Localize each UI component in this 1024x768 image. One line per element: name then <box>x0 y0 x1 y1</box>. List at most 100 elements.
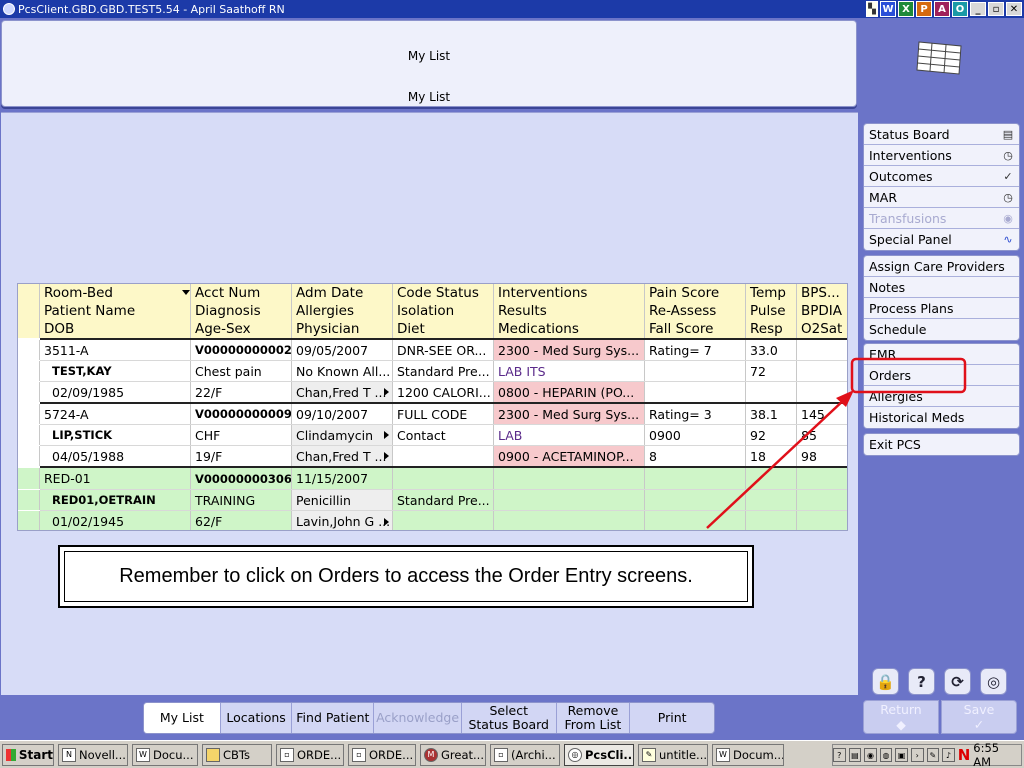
table-row[interactable]: 04/05/1988 19/F Chan,Fred T ... 0900 - A… <box>18 446 847 466</box>
notes-button[interactable]: Notes <box>864 277 1019 298</box>
tab-locations[interactable]: Locations <box>221 703 293 733</box>
taskbar-item[interactable]: ▫ ORDE... <box>276 743 344 766</box>
taskbar-item-active[interactable]: ◎ PcsCli... <box>564 743 634 766</box>
table-row[interactable]: 01/02/1945 62/F Lavin,John G ... <box>18 511 847 530</box>
column-header[interactable]: Code Status <box>393 284 494 302</box>
taskbar-item[interactable]: W Docu... <box>132 743 198 766</box>
column-header[interactable]: Age-Sex <box>191 320 292 338</box>
column-header[interactable]: Pain Score <box>645 284 746 302</box>
results-cell[interactable]: LAB <box>494 425 645 445</box>
start-button[interactable]: Start <box>2 743 54 766</box>
printer-tray-icon[interactable]: ▤ <box>848 748 862 762</box>
orders-button[interactable]: Orders <box>864 365 1019 386</box>
mar-button[interactable]: MAR ◷ <box>864 187 1019 208</box>
emr-button[interactable]: EMR <box>864 344 1019 365</box>
schedule-button[interactable]: Schedule <box>864 319 1019 340</box>
taskbar-item[interactable]: ▫ (Archi... <box>490 743 560 766</box>
special-panel-button[interactable]: Special Panel ∿ <box>864 229 1019 250</box>
results-cell[interactable] <box>494 490 645 510</box>
outcomes-button[interactable]: Outcomes ✓ <box>864 166 1019 187</box>
column-header[interactable]: Resp <box>746 320 797 338</box>
column-header[interactable]: DOB <box>40 320 191 338</box>
process-plans-button[interactable]: Process Plans <box>864 298 1019 319</box>
taskbar-item[interactable]: M Great... <box>420 743 486 766</box>
arrow-tray-icon[interactable]: › <box>910 748 924 762</box>
taskbar-item[interactable]: ✎ untitle... <box>638 743 708 766</box>
physician-cell[interactable]: Chan,Fred T ... <box>292 382 393 402</box>
taskbar-item[interactable]: ▫ ORDE... <box>348 743 416 766</box>
medications-cell[interactable] <box>494 511 645 530</box>
historical-meds-button[interactable]: Historical Meds <box>864 407 1019 428</box>
allergies-cell[interactable]: Penicillin <box>292 490 393 510</box>
column-header[interactable]: Adm Date <box>292 284 393 302</box>
column-header[interactable]: Acct Num <box>191 284 292 302</box>
column-header[interactable]: BPDIA <box>797 302 847 320</box>
allergies-cell[interactable]: Clindamycin <box>292 425 393 445</box>
pen-tray-icon[interactable]: ✎ <box>926 748 940 762</box>
column-header[interactable]: Isolation <box>393 302 494 320</box>
outlook-icon[interactable]: O <box>952 1 968 17</box>
table-row[interactable]: TEST,KAY Chest pain No Known All... Stan… <box>18 361 847 381</box>
column-header[interactable]: Results <box>494 302 645 320</box>
table-row[interactable]: LIP,STICK CHF Clindamycin Contact LAB 09… <box>18 425 847 445</box>
column-header[interactable]: Pulse <box>746 302 797 320</box>
physician-cell[interactable]: Chan,Fred T ... <box>292 446 393 466</box>
interventions-cell[interactable]: 2300 - Med Surg Sys... <box>494 404 645 424</box>
column-header[interactable]: Temp <box>746 284 797 302</box>
column-header[interactable]: Medications <box>494 320 645 338</box>
interventions-cell[interactable]: 2300 - Med Surg Sys... <box>494 340 645 360</box>
lock-icon[interactable]: 🔒 <box>872 668 899 695</box>
table-row[interactable]: RED01,OETRAIN TRAINING Penicillin Standa… <box>18 490 847 510</box>
column-header[interactable]: Interventions <box>494 284 645 302</box>
access-icon[interactable]: A <box>934 1 950 17</box>
column-header[interactable]: Patient Name <box>40 302 191 320</box>
table-row[interactable]: RED-01 V00000000306 11/15/2007 <box>18 468 847 489</box>
taskbar-item[interactable]: CBTs <box>202 743 272 766</box>
globe-tray-icon[interactable]: ◍ <box>879 748 893 762</box>
physician-cell[interactable]: Lavin,John G ... <box>292 511 393 530</box>
taskbar-item[interactable]: N Novell... <box>58 743 128 766</box>
novell-tray-icon[interactable]: N <box>958 746 971 764</box>
help-icon[interactable]: ? <box>908 668 935 695</box>
settings-icon[interactable]: ◎ <box>980 668 1007 695</box>
column-header[interactable]: Allergies <box>292 302 393 320</box>
column-header[interactable]: Re-Assess <box>645 302 746 320</box>
restore-button[interactable]: ▫ <box>988 2 1004 16</box>
volume-tray-icon[interactable]: ♪ <box>942 748 955 762</box>
column-header[interactable]: BPS... <box>797 284 847 302</box>
column-header[interactable]: Diagnosis <box>191 302 292 320</box>
column-header[interactable]: O2Sat <box>797 320 847 338</box>
sort-arrow-icon[interactable] <box>182 290 190 295</box>
medications-cell[interactable]: 0900 - ACETAMINOP... <box>494 446 645 466</box>
tab-remove-from-list[interactable]: Remove From List <box>557 703 631 733</box>
column-header[interactable]: Fall Score <box>645 320 746 338</box>
help-tray-icon[interactable]: ? <box>832 748 846 762</box>
tab-my-list[interactable]: My List <box>144 703 221 733</box>
excel-icon[interactable]: X <box>898 1 914 17</box>
powerpoint-icon[interactable]: P <box>916 1 932 17</box>
table-row[interactable]: 02/09/1985 22/F Chan,Fred T ... 1200 CAL… <box>18 382 847 402</box>
interventions-button[interactable]: Interventions ◷ <box>864 145 1019 166</box>
table-row[interactable]: 3511-A V00000000002 09/05/2007 DNR-SEE O… <box>18 340 847 360</box>
tab-print[interactable]: Print <box>630 703 714 733</box>
interventions-cell[interactable] <box>494 468 645 489</box>
column-header[interactable]: Room-Bed <box>40 284 191 302</box>
minimize-button[interactable]: _ <box>970 2 986 16</box>
table-row[interactable]: 5724-A V00000000009 09/10/2007 FULL CODE… <box>18 404 847 424</box>
pin-icon[interactable]: ▚ <box>866 1 878 17</box>
calendar-tray-icon[interactable]: ▣ <box>895 748 908 762</box>
exit-pcs-button[interactable]: Exit PCS <box>864 434 1019 455</box>
tab-find-patient[interactable]: Find Patient <box>292 703 375 733</box>
column-header[interactable]: Diet <box>393 320 494 338</box>
assign-care-providers-button[interactable]: Assign Care Providers <box>864 256 1019 277</box>
tab-select-status-board[interactable]: Select Status Board <box>462 703 557 733</box>
taskbar-item[interactable]: W Docum... <box>712 743 784 766</box>
column-header[interactable]: Physician <box>292 320 393 338</box>
word-icon[interactable]: W <box>880 1 896 17</box>
status-board-button[interactable]: Status Board ▤ <box>864 124 1019 145</box>
close-button[interactable]: ✕ <box>1006 2 1022 16</box>
network-tray-icon[interactable]: ◉ <box>864 748 877 762</box>
refresh-icon[interactable]: ⟳ <box>944 668 971 695</box>
medications-cell[interactable]: 0800 - HEPARIN (PO... <box>494 382 645 402</box>
spreadsheet-icon[interactable] <box>915 38 965 76</box>
